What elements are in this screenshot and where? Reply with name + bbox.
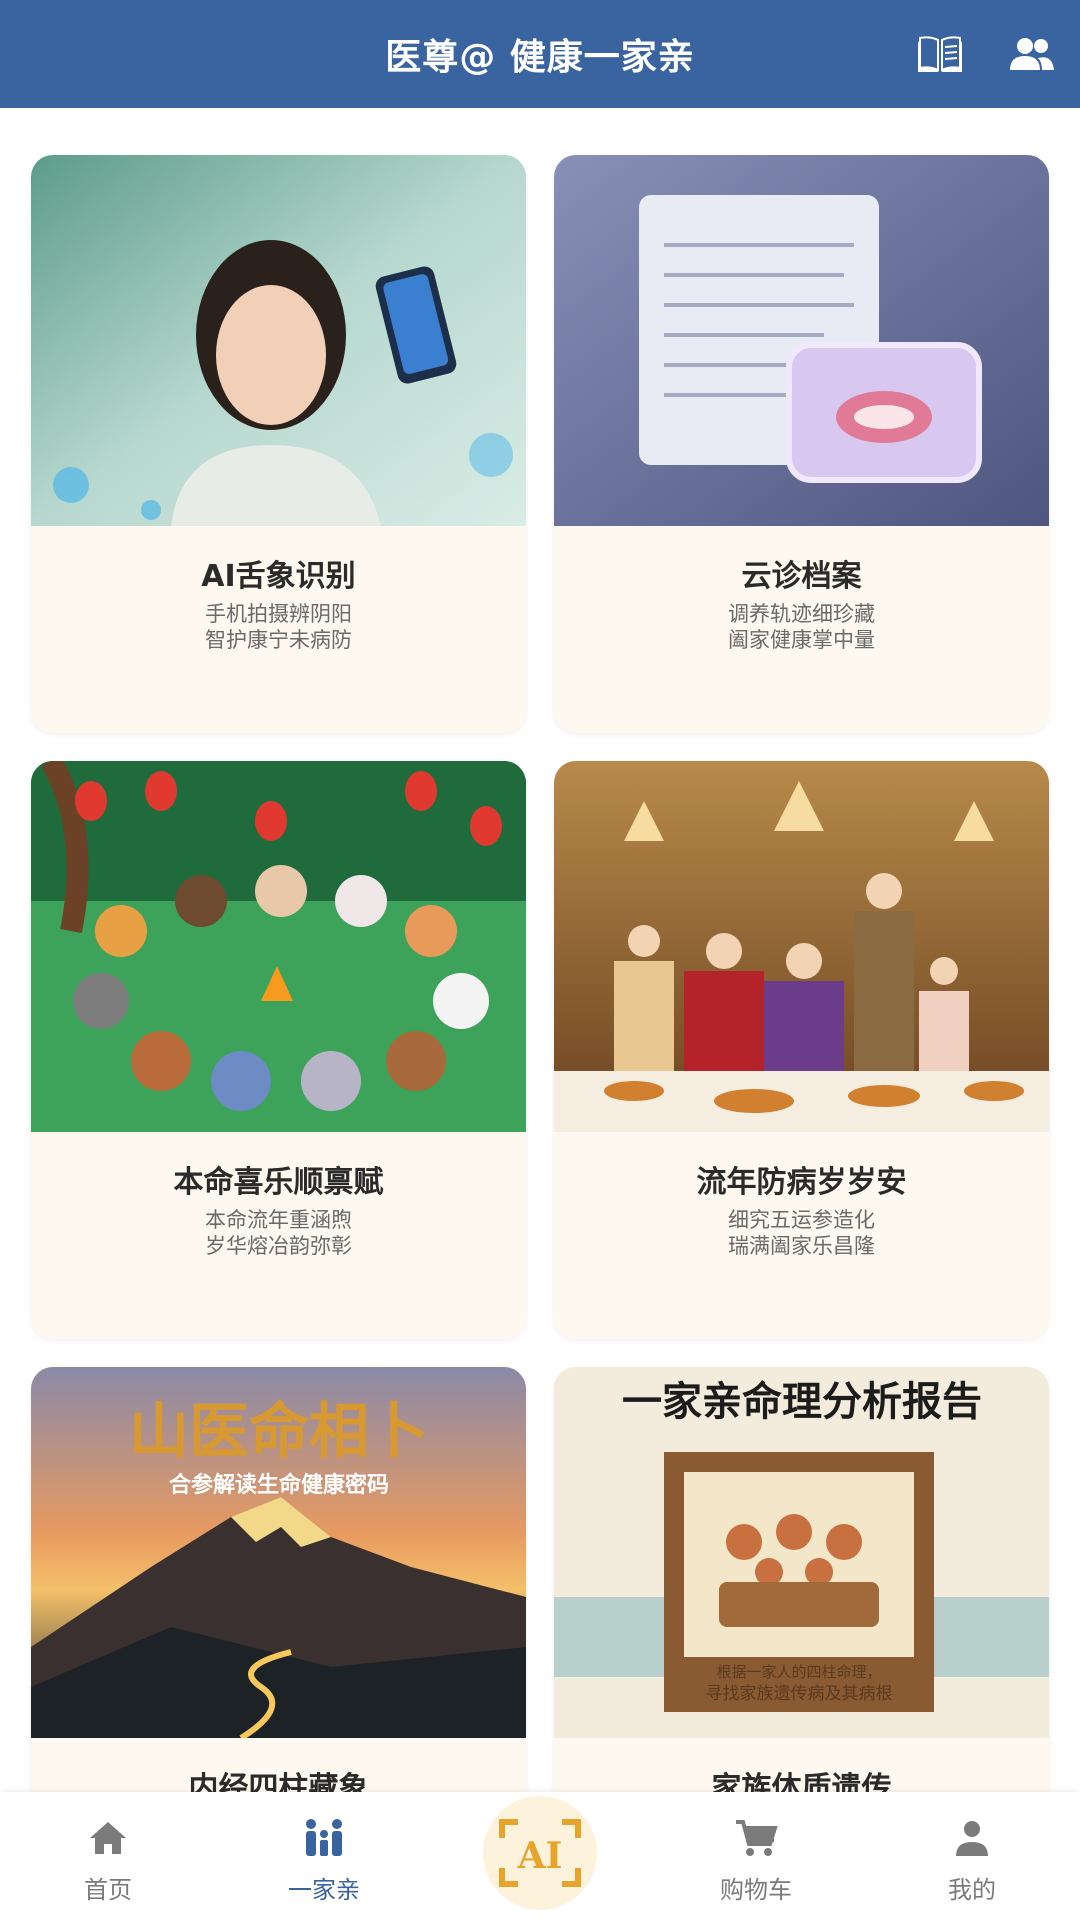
ai-scan-icon: AI <box>499 1819 581 1887</box>
palace-family-image <box>554 761 1049 1132</box>
mountain-image: 山医命相卜 合参解读生命健康密码 <box>31 1367 526 1738</box>
tab-home[interactable]: 首页 <box>0 1792 216 1920</box>
card-subtitle-1: 细究五运参造化 <box>728 1208 875 1232</box>
image-caption-1: 根据一家人的四柱命理， <box>716 1663 881 1681</box>
tab-label: 首页 <box>84 1876 132 1904</box>
card-title: 内经四柱藏象 <box>188 1771 369 1792</box>
card-family-heredity[interactable]: 一家亲命理分析报告 根据一家人的四柱命理， 寻找家族遗传病及其病根 家族体质遗传 <box>554 1367 1049 1792</box>
card-title: 家族体质遗传 <box>711 1771 892 1792</box>
card-subtitle-2: 岁华熔冶韵弥彰 <box>205 1234 352 1258</box>
medical-record-image <box>554 155 1049 526</box>
card-destiny-talent[interactable]: 本命喜乐顺禀赋 本命流年重涵煦 岁华熔冶韵弥彰 <box>31 761 526 1339</box>
page-title: 医尊@ 健康一家亲 <box>385 37 695 78</box>
home-icon <box>90 1822 126 1854</box>
tab-label: 我的 <box>948 1876 996 1904</box>
card-tongue-recognition[interactable]: AI舌象识别 手机拍摄辨阴阳 智护康宁未病防 <box>31 155 526 733</box>
ai-scan-button[interactable]: AI <box>483 1796 597 1910</box>
feature-grid: AI舌象识别 手机拍摄辨阴阳 智护康宁未病防 云诊档案 调养轨迹细珍藏 阖家健康… <box>0 108 1080 1792</box>
book-icon[interactable] <box>916 34 964 74</box>
card-title: 云诊档案 <box>741 559 862 594</box>
people-icon[interactable] <box>1008 34 1056 74</box>
card-subtitle-1: 手机拍摄辨阴阳 <box>205 602 352 626</box>
tab-profile[interactable]: 我的 <box>864 1792 1080 1920</box>
card-subtitle-2: 瑞满阖家乐昌隆 <box>728 1234 875 1258</box>
card-annual-prevention[interactable]: 流年防病岁岁安 细究五运参造化 瑞满阖家乐昌隆 <box>554 761 1049 1339</box>
tab-label: 购物车 <box>720 1876 792 1904</box>
family-report-image: 一家亲命理分析报告 根据一家人的四柱命理， 寻找家族遗传病及其病根 <box>554 1367 1049 1738</box>
card-title: AI舌象识别 <box>201 559 356 594</box>
image-title: 一家亲命理分析报告 <box>622 1378 982 1425</box>
zodiac-animals-image <box>31 761 526 1132</box>
tab-family[interactable]: 一家亲 <box>216 1792 432 1920</box>
image-caption-2: 寻找家族遗传病及其病根 <box>706 1684 893 1704</box>
cart-icon <box>736 1820 778 1856</box>
card-title: 流年防病岁岁安 <box>696 1165 907 1200</box>
tab-label: 一家亲 <box>288 1876 360 1904</box>
family-icon <box>306 1819 342 1856</box>
card-subtitle-2: 阖家健康掌中量 <box>728 628 875 652</box>
image-title: 山医命相卜 <box>129 1397 429 1467</box>
tab-cart[interactable]: 购物车 <box>648 1792 864 1920</box>
app-header: 医尊@ 健康一家亲 <box>0 0 1080 108</box>
card-four-pillars[interactable]: 山医命相卜 合参解读生命健康密码 内经四柱藏象 <box>31 1367 526 1792</box>
tongue-photo-image <box>31 155 526 526</box>
card-cloud-records[interactable]: 云诊档案 调养轨迹细珍藏 阖家健康掌中量 <box>554 155 1049 733</box>
card-subtitle-2: 智护康宁未病防 <box>205 628 352 652</box>
image-subtitle: 合参解读生命健康密码 <box>169 1472 389 1498</box>
card-subtitle-1: 本命流年重涵煦 <box>205 1208 352 1232</box>
card-subtitle-1: 调养轨迹细珍藏 <box>728 602 875 626</box>
card-title: 本命喜乐顺禀赋 <box>173 1165 384 1200</box>
person-icon <box>956 1821 988 1856</box>
svg-text:AI: AI <box>517 1835 563 1877</box>
